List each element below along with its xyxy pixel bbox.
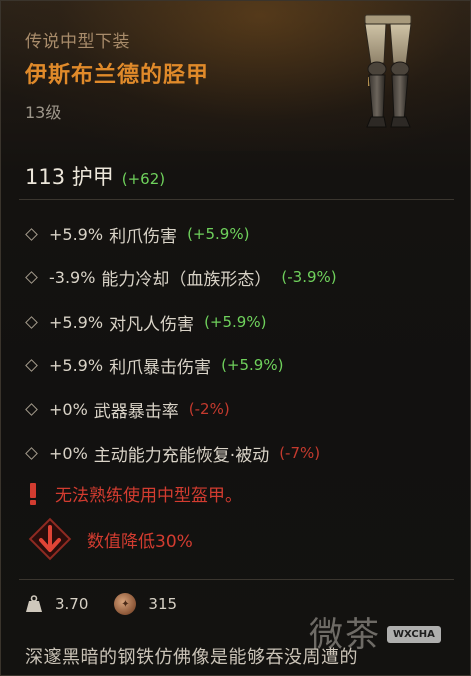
weight-value: 3.70	[55, 595, 89, 613]
reduction-text: 数值降低30%	[87, 531, 193, 552]
affix-value: +0%	[49, 399, 88, 419]
divider	[19, 579, 454, 580]
exclamation-icon	[30, 482, 36, 505]
diamond-bullet-icon	[25, 402, 38, 416]
affix-name: 武器暴击率	[93, 401, 179, 422]
item-tooltip: 传说中型下装 伊斯布兰德的胫甲 13级 113 护甲 (+62) +5.9% 利…	[0, 0, 471, 676]
item-name: 伊斯布兰德的胫甲	[25, 63, 210, 88]
affix-delta: (-3.9%)	[281, 268, 337, 286]
affix-value: +5.9%	[49, 355, 104, 375]
affix-delta: (-2%)	[188, 400, 230, 418]
diamond-bullet-icon	[25, 358, 38, 372]
diamond-bullet-icon	[25, 315, 38, 329]
armor-value: 113 护甲	[25, 165, 114, 189]
affix-value: +5.9%	[49, 224, 104, 244]
watermark-tag: WXCHA	[387, 626, 441, 643]
leg-armor-greaves-icon	[364, 14, 412, 128]
affix-name: 主动能力充能恢复·被动	[93, 445, 270, 466]
affix-name: 对凡人伤害	[109, 314, 195, 335]
affix-name: 利爪伤害	[109, 226, 178, 247]
item-rarity-type: 传说中型下装	[25, 32, 130, 52]
weight-stat: 3.70	[25, 595, 88, 613]
affix-row: +5.9% 利爪伤害 (+5.9%)	[25, 220, 249, 248]
diamond-bullet-icon	[25, 270, 38, 284]
stat-reduction: 数值降低30%	[27, 516, 193, 562]
affix-row: -3.9% 能力冷却（血族形态） (-3.9%)	[25, 263, 337, 291]
watermark-logo: 微茶	[309, 615, 381, 655]
affix-name: 能力冷却（血族形态）	[101, 269, 272, 290]
armor-value-line: 113 护甲 (+62)	[25, 161, 165, 191]
down-arrow-icon	[28, 517, 72, 561]
affix-delta: (+5.9%)	[187, 225, 250, 243]
weight-icon	[26, 595, 42, 612]
affix-value: +0%	[49, 443, 88, 463]
divider	[19, 199, 454, 200]
item-level: 13级	[25, 103, 62, 122]
item-stats-row: 3.70 ✦ 315	[25, 593, 203, 615]
coin-stat: ✦ 315	[114, 593, 177, 615]
affix-name: 利爪暴击伤害	[109, 357, 212, 378]
affix-row: +0% 武器暴击率 (-2%)	[25, 395, 230, 423]
diamond-bullet-icon	[25, 446, 38, 460]
affix-row: +0% 主动能力充能恢复·被动 (-7%)	[25, 439, 320, 467]
affix-delta: (+5.9%)	[221, 356, 284, 374]
coin-icon: ✦	[114, 593, 137, 615]
site-watermark: 微茶 WXCHA	[309, 607, 441, 656]
diamond-bullet-icon	[25, 227, 38, 241]
affix-value: +5.9%	[49, 312, 104, 332]
coin-value: 315	[148, 595, 178, 613]
affix-delta: (+5.9%)	[204, 313, 267, 331]
proficiency-warning: 无法熟练使用中型盔甲。	[25, 481, 242, 506]
affix-value: -3.9%	[49, 267, 96, 287]
affix-row: +5.9% 利爪暴击伤害 (+5.9%)	[25, 351, 283, 379]
affix-delta: (-7%)	[279, 444, 321, 462]
warning-text: 无法熟练使用中型盔甲。	[55, 486, 242, 506]
armor-bonus: (+62)	[121, 170, 166, 188]
affix-row: +5.9% 对凡人伤害 (+5.9%)	[25, 308, 266, 336]
